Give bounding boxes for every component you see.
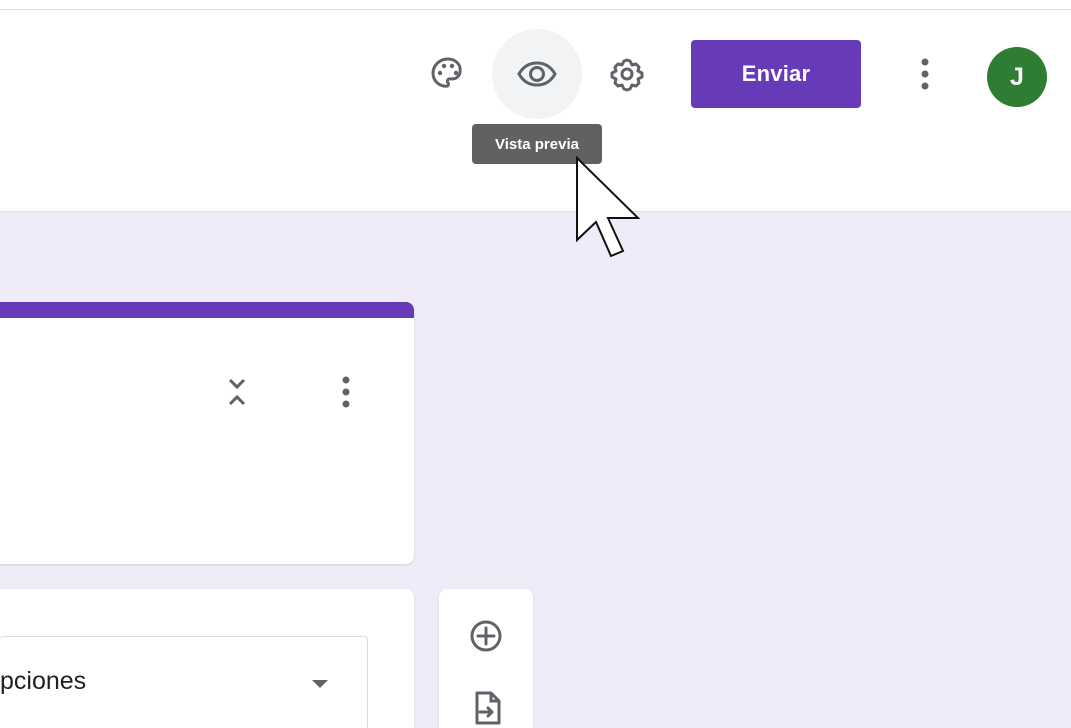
add-question-button[interactable] xyxy=(462,612,510,660)
dropdown-arrow-icon xyxy=(312,680,328,688)
vertical-dots-icon xyxy=(340,375,352,409)
gear-icon xyxy=(606,53,648,95)
collapse-expand-button[interactable] xyxy=(213,368,261,416)
question-type-dropdown[interactable]: pciones xyxy=(0,636,368,728)
card-more-options-button[interactable] xyxy=(322,368,370,416)
add-circle-icon xyxy=(467,617,505,655)
question-type-value: pciones xyxy=(0,667,87,695)
more-options-button[interactable] xyxy=(901,50,949,98)
eye-icon xyxy=(516,53,558,95)
header-divider xyxy=(0,9,1071,10)
palette-icon xyxy=(428,54,468,94)
top-header: Enviar J Vista previa xyxy=(0,0,1071,212)
form-title-card xyxy=(0,302,414,564)
import-question-icon xyxy=(467,688,505,728)
forms-editor-page: Enviar J Vista previa pciones xyxy=(0,0,1071,728)
preview-button[interactable] xyxy=(492,29,582,119)
mouse-pointer-icon xyxy=(575,156,647,272)
collapse-expand-icon xyxy=(226,375,248,409)
send-button[interactable]: Enviar xyxy=(691,40,861,108)
side-toolbar xyxy=(439,589,533,728)
vertical-dots-icon xyxy=(919,57,931,91)
account-avatar[interactable]: J xyxy=(987,47,1047,107)
import-question-button[interactable] xyxy=(462,684,510,728)
settings-button[interactable] xyxy=(603,50,651,98)
customize-theme-button[interactable] xyxy=(424,50,472,98)
